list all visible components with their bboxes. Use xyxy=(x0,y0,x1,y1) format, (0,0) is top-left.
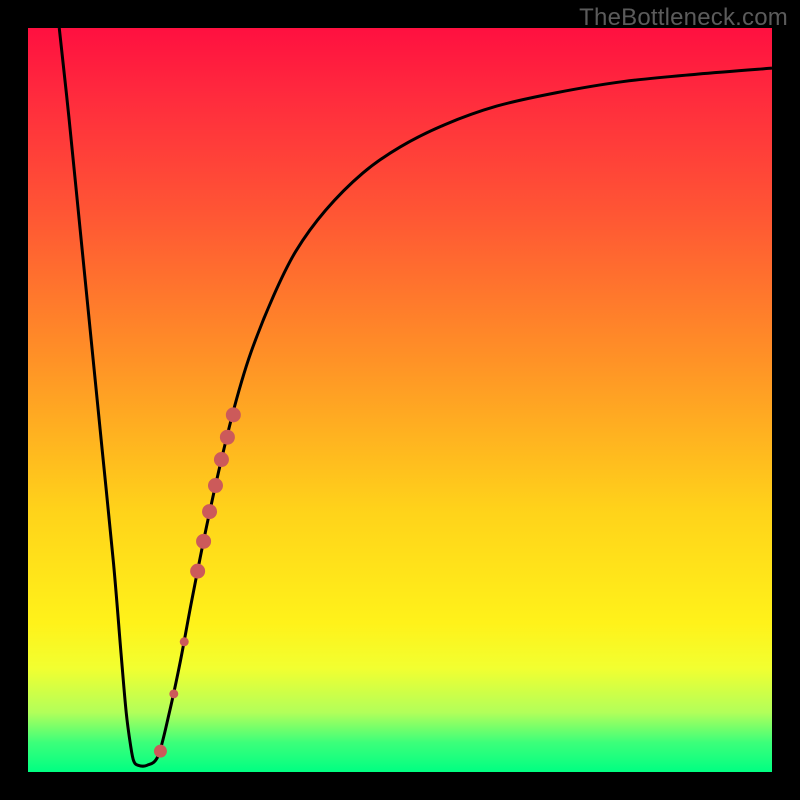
data-points-group xyxy=(154,407,241,757)
curve-layer xyxy=(28,28,772,772)
plot-area xyxy=(28,28,772,772)
chart-frame: TheBottleneck.com xyxy=(0,0,800,800)
data-point xyxy=(220,430,235,445)
data-point xyxy=(226,407,241,422)
data-point xyxy=(196,534,211,549)
data-point xyxy=(180,637,189,646)
data-point xyxy=(214,452,229,467)
data-point xyxy=(208,478,223,493)
data-point xyxy=(169,689,178,698)
data-point xyxy=(190,564,205,579)
bottleneck-curve xyxy=(59,28,772,766)
watermark-text: TheBottleneck.com xyxy=(579,4,788,32)
data-point xyxy=(202,504,217,519)
data-point xyxy=(154,745,167,758)
